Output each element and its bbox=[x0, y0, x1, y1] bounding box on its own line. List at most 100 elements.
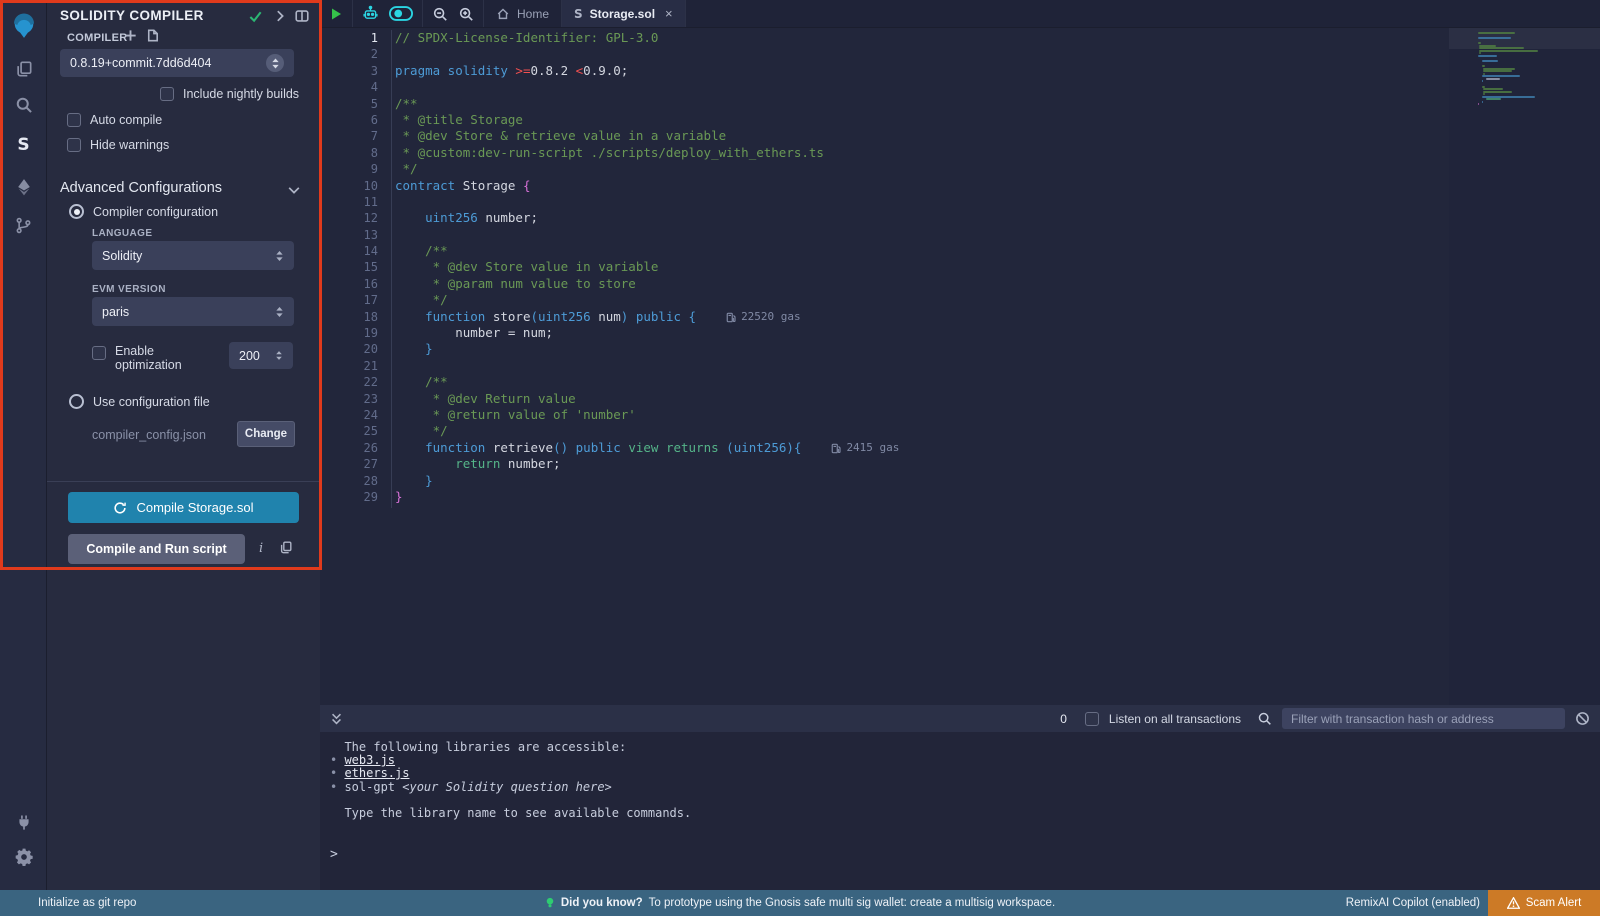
optimization-runs-input[interactable]: 200 bbox=[229, 342, 293, 369]
warning-icon bbox=[1507, 897, 1520, 909]
terminal-output[interactable]: The following libraries are accessible:•… bbox=[320, 732, 1600, 890]
minimap-line bbox=[1482, 60, 1498, 62]
sidebar-item-git[interactable] bbox=[0, 208, 47, 242]
minimap[interactable] bbox=[1449, 28, 1600, 705]
code-line[interactable] bbox=[395, 79, 1440, 95]
close-tab-icon[interactable]: × bbox=[665, 6, 673, 21]
sidebar-item-settings[interactable] bbox=[0, 840, 47, 874]
line-number: 14 bbox=[320, 243, 378, 259]
code-line[interactable]: * @param num value to store bbox=[395, 276, 1440, 292]
code-line[interactable] bbox=[395, 194, 1440, 210]
use-configuration-file-radio[interactable] bbox=[69, 394, 84, 409]
ai-robot-icon[interactable] bbox=[362, 5, 379, 22]
terminal-link[interactable]: web3.js bbox=[344, 753, 395, 767]
code-line[interactable]: function retrieve() public view returns … bbox=[395, 440, 1440, 456]
terminal-link[interactable]: ethers.js bbox=[344, 766, 409, 780]
code-line[interactable]: /** bbox=[395, 96, 1440, 112]
code-line[interactable] bbox=[395, 358, 1440, 374]
split-view-icon[interactable] bbox=[294, 8, 310, 24]
copy-icon[interactable] bbox=[279, 540, 293, 554]
code-line[interactable]: } bbox=[395, 489, 1440, 505]
sidebar-item-solidity-compiler[interactable]: S bbox=[0, 128, 47, 162]
code-line[interactable]: */ bbox=[395, 423, 1440, 439]
code-line[interactable]: // SPDX-License-Identifier: GPL-3.0 bbox=[395, 30, 1440, 46]
code-line[interactable] bbox=[395, 46, 1440, 62]
zoom-in-icon[interactable] bbox=[458, 6, 474, 22]
code-line[interactable]: function store(uint256 num) public {2252… bbox=[395, 309, 1440, 325]
copilot-status[interactable]: RemixAI Copilot (enabled) bbox=[1346, 897, 1480, 909]
compiler-configuration-radio[interactable] bbox=[69, 204, 84, 219]
code-line[interactable]: * @custom:dev-run-script ./scripts/deplo… bbox=[395, 145, 1440, 161]
chevron-right-icon[interactable] bbox=[273, 9, 287, 23]
sidebar-item-file-explorer[interactable] bbox=[0, 52, 47, 86]
evm-version-select[interactable]: paris bbox=[92, 297, 294, 326]
open-file-icon[interactable] bbox=[145, 28, 160, 43]
solidity-compiler-icon: S bbox=[17, 135, 29, 155]
advanced-configurations-header[interactable]: Advanced Configurations bbox=[60, 180, 222, 196]
line-number: 26 bbox=[320, 440, 378, 456]
change-config-button[interactable]: Change bbox=[237, 421, 295, 447]
code-line[interactable]: /** bbox=[395, 374, 1440, 390]
remix-logo[interactable] bbox=[0, 8, 47, 44]
chevron-down-icon[interactable] bbox=[287, 183, 301, 197]
status-bar: Initialize as git repo Did you know? To … bbox=[0, 890, 1600, 916]
transaction-filter-input[interactable] bbox=[1282, 708, 1565, 729]
code-line[interactable]: } bbox=[395, 341, 1440, 357]
code-line[interactable]: uint256 number; bbox=[395, 210, 1440, 226]
include-nightly-checkbox[interactable] bbox=[160, 87, 174, 101]
listen-transactions-checkbox[interactable] bbox=[1085, 712, 1099, 726]
code-line[interactable]: * @dev Store & retrieve value in a varia… bbox=[395, 128, 1440, 144]
code-line[interactable]: /** bbox=[395, 243, 1440, 259]
play-icon[interactable] bbox=[329, 7, 343, 21]
gear-icon bbox=[14, 847, 34, 867]
terminal-search-icon[interactable] bbox=[1257, 711, 1272, 726]
sidebar-item-deploy-run[interactable] bbox=[0, 170, 47, 204]
collapse-terminal-icon[interactable] bbox=[330, 712, 343, 726]
scam-alert-badge[interactable]: Scam Alert bbox=[1488, 890, 1600, 916]
language-value: Solidity bbox=[102, 249, 275, 263]
code-editor[interactable]: 1234567891011121314151617181920212223242… bbox=[320, 28, 1600, 705]
spinner-arrows-icon bbox=[275, 350, 283, 361]
add-compiler-icon[interactable] bbox=[123, 28, 138, 43]
code-line[interactable]: * @title Storage bbox=[395, 112, 1440, 128]
hide-warnings-checkbox[interactable] bbox=[67, 138, 81, 152]
tab-home[interactable]: Home bbox=[484, 0, 562, 27]
git-init-status[interactable]: Initialize as git repo bbox=[38, 897, 136, 909]
enable-optimization-checkbox[interactable] bbox=[92, 346, 106, 360]
code-line[interactable]: * @dev Return value bbox=[395, 391, 1440, 407]
code-line[interactable]: number = num; bbox=[395, 325, 1440, 341]
code-line[interactable]: * @return value of 'number' bbox=[395, 407, 1440, 423]
clear-console-icon[interactable] bbox=[1575, 711, 1590, 726]
terminal-line: • web3.js bbox=[330, 754, 1600, 767]
evm-version-value: paris bbox=[102, 305, 275, 319]
compile-button[interactable]: Compile Storage.sol bbox=[68, 492, 299, 523]
main-area: Home S Storage.sol × 1234567891011121314… bbox=[320, 0, 1600, 890]
compile-button-label: Compile Storage.sol bbox=[136, 500, 253, 515]
sidebar-item-search[interactable] bbox=[0, 88, 47, 122]
language-select[interactable]: Solidity bbox=[92, 241, 294, 270]
minimap-line bbox=[1482, 80, 1483, 82]
compile-and-run-button[interactable]: Compile and Run script bbox=[68, 534, 245, 564]
code-line[interactable]: */ bbox=[395, 161, 1440, 177]
code-line[interactable]: } bbox=[395, 473, 1440, 489]
terminal-prompt[interactable]: > bbox=[330, 847, 338, 862]
code-line[interactable]: return number; bbox=[395, 456, 1440, 472]
copilot-toggle-icon[interactable] bbox=[389, 6, 413, 21]
tab-storage-sol[interactable]: S Storage.sol × bbox=[562, 0, 686, 27]
sidebar-item-plugin-manager[interactable] bbox=[0, 806, 47, 840]
minimap-slider[interactable] bbox=[1449, 28, 1600, 49]
compiler-version-select[interactable]: 0.8.19+commit.7dd6d404 bbox=[60, 49, 294, 77]
auto-compile-checkbox[interactable] bbox=[67, 113, 81, 127]
panel-title: SOLIDITY COMPILER bbox=[60, 8, 204, 23]
info-icon[interactable]: i bbox=[259, 541, 263, 556]
code-line[interactable] bbox=[395, 227, 1440, 243]
zoom-out-icon[interactable] bbox=[432, 6, 448, 22]
code-lines: // SPDX-License-Identifier: GPL-3.0 pragm… bbox=[395, 30, 1440, 505]
code-line[interactable]: pragma solidity >=0.8.2 <0.9.0; bbox=[395, 63, 1440, 79]
code-line[interactable]: contract Storage { bbox=[395, 178, 1440, 194]
gas-pump-icon bbox=[726, 312, 736, 323]
code-line[interactable]: * @dev Store value in variable bbox=[395, 259, 1440, 275]
minimap-line bbox=[1482, 101, 1483, 103]
code-line[interactable]: */ bbox=[395, 292, 1440, 308]
enable-optimization-row: Enable optimization bbox=[92, 344, 182, 372]
